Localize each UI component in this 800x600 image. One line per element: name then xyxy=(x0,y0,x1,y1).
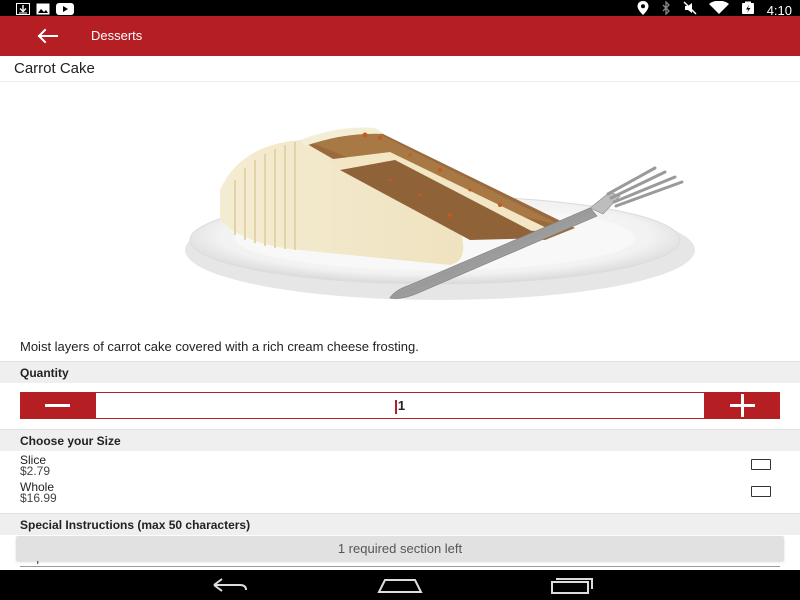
quantity-value: 1 xyxy=(397,398,406,413)
product-title: Carrot Cake xyxy=(14,60,95,77)
product-description: Moist layers of carrot cake covered with… xyxy=(20,339,419,354)
app-bar: Desserts xyxy=(0,16,800,56)
arrow-back-icon xyxy=(37,28,58,44)
app-bar-title: Desserts xyxy=(91,28,143,43)
recents-nav-button[interactable] xyxy=(546,575,596,595)
required-sections-banner: 1 required section left xyxy=(16,536,784,561)
home-nav-icon xyxy=(377,579,423,593)
plus-icon xyxy=(730,394,755,417)
decrease-quantity-button[interactable] xyxy=(20,392,95,419)
home-nav-button[interactable] xyxy=(375,575,425,595)
text-cursor xyxy=(394,399,397,414)
back-nav-button[interactable] xyxy=(204,575,254,595)
size-option-price: $16.99 xyxy=(20,491,57,505)
back-button[interactable] xyxy=(34,26,62,46)
recents-nav-icon xyxy=(551,578,593,594)
product-image xyxy=(150,100,710,320)
back-nav-icon xyxy=(213,578,247,592)
size-header-label: Choose your Size xyxy=(20,434,121,448)
status-bar: 4:10 xyxy=(0,0,800,17)
instructions-section-header: Special Instructions (max 50 characters) xyxy=(0,513,800,535)
size-option-price: $2.79 xyxy=(20,464,51,478)
slice-checkbox[interactable] xyxy=(751,459,771,470)
increase-quantity-button[interactable] xyxy=(705,392,780,419)
instructions-header-label: Special Instructions (max 50 characters) xyxy=(20,518,251,532)
quantity-stepper: 1 xyxy=(20,392,780,419)
size-section-header: Choose your Size xyxy=(0,429,800,451)
size-option-slice[interactable]: Slice $2.79 xyxy=(20,453,780,479)
minus-icon xyxy=(45,404,70,407)
quantity-header-label: Quantity xyxy=(20,366,69,380)
quantity-input[interactable]: 1 xyxy=(95,392,705,419)
whole-checkbox[interactable] xyxy=(751,486,771,497)
quantity-section-header: Quantity xyxy=(0,361,800,383)
system-nav-bar xyxy=(0,570,800,600)
instructions-underline xyxy=(20,566,780,567)
size-option-whole[interactable]: Whole $16.99 xyxy=(20,480,780,506)
title-divider xyxy=(0,81,800,82)
